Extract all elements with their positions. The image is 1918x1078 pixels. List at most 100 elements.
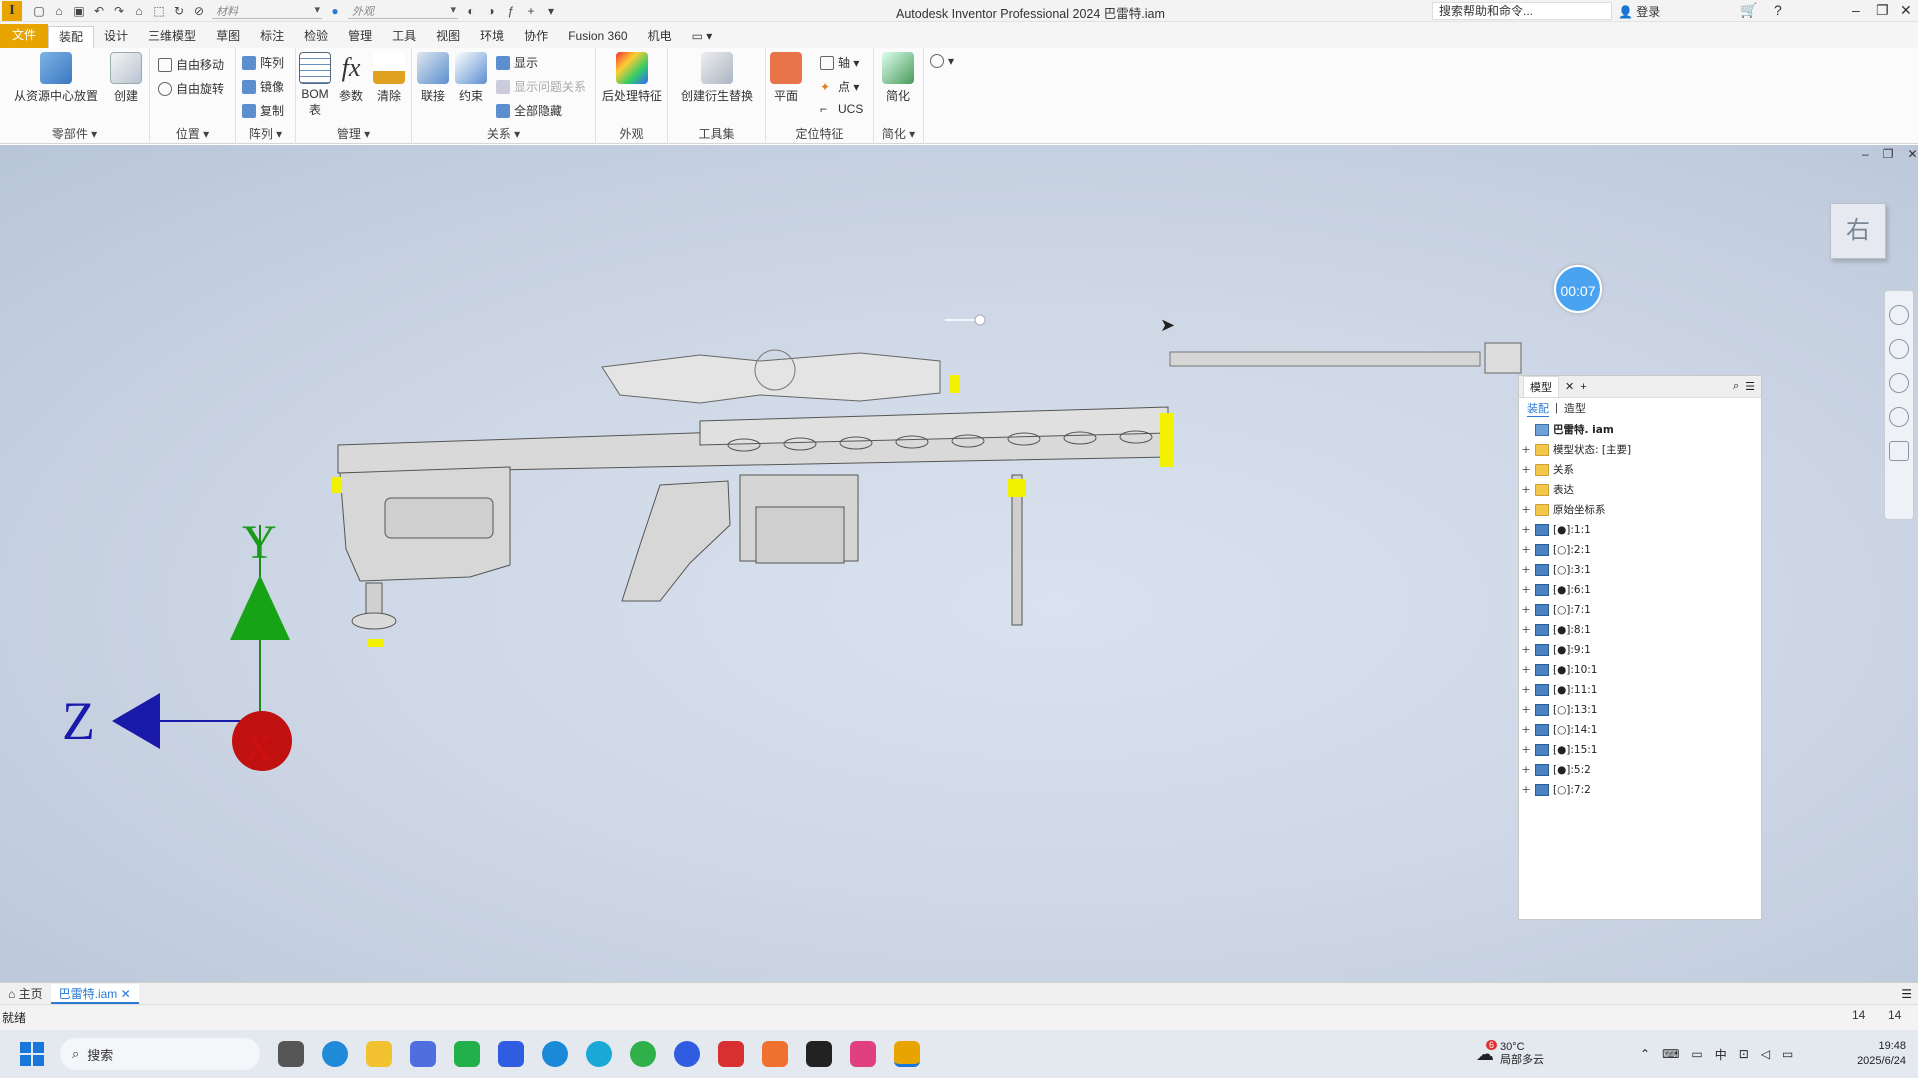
more-tools-button[interactable]: ▾ xyxy=(930,54,954,68)
pan-hand-icon[interactable] xyxy=(1889,339,1909,359)
post-process-button[interactable]: 后处理特征 xyxy=(600,52,664,104)
tabs-menu-icon[interactable]: ☰ xyxy=(1901,987,1912,1001)
expand-icon[interactable]: + xyxy=(1521,540,1531,560)
windows-start-icon[interactable] xyxy=(20,1042,44,1066)
tab-view[interactable]: 视图 xyxy=(426,26,470,48)
expand-icon[interactable]: + xyxy=(1521,560,1531,580)
wechat-icon[interactable] xyxy=(630,1041,656,1067)
copy-button[interactable]: 复制 xyxy=(242,102,284,119)
subtab-modeling[interactable]: 造型 xyxy=(1564,400,1586,416)
place-from-content-center-button[interactable]: 从资源中心放置 xyxy=(10,52,102,104)
tray-overflow-icon[interactable]: ⌃ xyxy=(1640,1047,1650,1061)
steering-wheel-icon[interactable] xyxy=(1889,305,1909,325)
help-search-input[interactable]: 搜索帮助和命令... xyxy=(1432,2,1612,20)
zoom-icon[interactable] xyxy=(1889,373,1909,393)
tree-item[interactable]: + [●]:15:1 xyxy=(1521,740,1761,760)
browser-search-icon[interactable]: ⌕ xyxy=(1733,380,1739,393)
browser-menu-icon[interactable]: ☰ xyxy=(1745,380,1755,393)
tree-item[interactable]: + 原始坐标系 xyxy=(1521,500,1761,520)
expand-icon[interactable]: + xyxy=(1521,700,1531,720)
bom-button[interactable]: BOM 表 xyxy=(298,52,332,118)
ucs-button[interactable]: ⌐ UCS xyxy=(820,102,863,116)
panel-title-relationships[interactable]: 关系 ▾ xyxy=(412,125,595,142)
expand-icon[interactable]: + xyxy=(1521,760,1531,780)
select-icon[interactable]: ⬚ xyxy=(152,4,166,18)
expand-icon[interactable]: + xyxy=(1521,660,1531,680)
browser-app-icon[interactable] xyxy=(586,1041,612,1067)
point-button[interactable]: ✦ 点 ▾ xyxy=(820,78,859,95)
subtab-assembly[interactable]: 装配 xyxy=(1527,400,1549,417)
show-button[interactable]: 显示 xyxy=(496,54,538,71)
home-tab[interactable]: ⌂ 主页 xyxy=(0,985,51,1002)
close-icon[interactable]: ✕ xyxy=(1900,2,1912,19)
viewport-close-icon[interactable]: ✕ xyxy=(1907,147,1917,161)
simplify-button[interactable]: 简化 xyxy=(880,52,916,104)
create-component-button[interactable]: 创建 xyxy=(108,52,144,104)
tab-electromechanical[interactable]: 机电 xyxy=(638,26,682,48)
network-icon[interactable]: ⊡ xyxy=(1739,1047,1749,1061)
redo-icon[interactable]: ↷ xyxy=(112,4,126,18)
recording-timer[interactable]: 00:07 xyxy=(1554,265,1602,313)
battery-icon[interactable]: ▭ xyxy=(1782,1047,1793,1061)
undo-icon[interactable]: ↶ xyxy=(92,4,106,18)
inventor-taskbar-icon[interactable] xyxy=(894,1041,920,1067)
weather-widget[interactable]: ☁ 6 30°C 局部多云 xyxy=(1476,1030,1544,1078)
pattern-button[interactable]: 阵列 xyxy=(242,54,284,71)
qq-icon[interactable] xyxy=(806,1041,832,1067)
panel-title-pattern[interactable]: 阵列 ▾ xyxy=(236,125,295,142)
save-icon[interactable]: ▣ xyxy=(72,4,86,18)
expand-icon[interactable]: + xyxy=(1521,640,1531,660)
browser-tab-model[interactable]: 模型 xyxy=(1523,376,1559,397)
panel-title-simplify[interactable]: 简化 ▾ xyxy=(874,125,923,142)
display-icon[interactable]: ▭ xyxy=(1691,1047,1702,1061)
tree-item[interactable]: + [●]:10:1 xyxy=(1521,660,1761,680)
add-icon[interactable]: + xyxy=(524,4,538,18)
expand-icon[interactable]: + xyxy=(1521,580,1531,600)
tab-inspect[interactable]: 检验 xyxy=(294,26,338,48)
tab-3d-model[interactable]: 三维模型 xyxy=(138,26,206,48)
panel-title-component[interactable]: 零部件 ▾ xyxy=(0,125,149,142)
viewport-restore-icon[interactable]: ❐ xyxy=(1883,147,1894,161)
free-move-button[interactable]: 自由移动 xyxy=(158,56,224,73)
expand-icon[interactable]: + xyxy=(1521,780,1531,800)
tab-fusion360[interactable]: Fusion 360 xyxy=(558,26,637,48)
viewcube[interactable]: 右 xyxy=(1830,203,1886,259)
tree-item[interactable]: + [●]:9:1 xyxy=(1521,640,1761,660)
tree-item[interactable]: + [●]:11:1 xyxy=(1521,680,1761,700)
tree-item[interactable]: + 模型状态: [主要] xyxy=(1521,440,1761,460)
document-tab-close-icon[interactable]: ✕ xyxy=(121,987,131,1001)
viewport-minimize-icon[interactable]: – xyxy=(1862,147,1869,161)
volume-icon[interactable]: ◁ xyxy=(1761,1047,1770,1061)
tree-item[interactable]: 巴雷特. iam xyxy=(1521,420,1761,440)
expand-icon[interactable]: + xyxy=(1521,720,1531,740)
pink-app-icon[interactable] xyxy=(850,1041,876,1067)
expand-icon[interactable]: + xyxy=(1521,680,1531,700)
expand-icon[interactable]: + xyxy=(1521,740,1531,760)
tab-file[interactable]: 文件 xyxy=(0,24,49,48)
measure-icon[interactable]: ⊘ xyxy=(192,4,206,18)
edge-browser-icon[interactable] xyxy=(322,1041,348,1067)
panel-title-manage[interactable]: 管理 ▾ xyxy=(296,125,411,142)
tree-item[interactable]: + [○]:14:1 xyxy=(1521,720,1761,740)
browser-add-tab-icon[interactable]: + xyxy=(1580,381,1586,393)
purge-button[interactable]: 清除 xyxy=(372,52,406,104)
adjust-appearance-icon[interactable]: ◑ xyxy=(484,4,498,18)
appearance-select[interactable]: 外观 xyxy=(348,3,458,19)
vpn-app-icon[interactable] xyxy=(498,1041,524,1067)
tree-item[interactable]: + [○]:7:2 xyxy=(1521,780,1761,800)
constrain-button[interactable]: 约束 xyxy=(454,52,488,104)
restore-icon[interactable]: ❐ xyxy=(1876,2,1889,19)
cart-icon[interactable]: 🛒 xyxy=(1740,2,1757,19)
inventor-logo-icon[interactable]: I xyxy=(2,0,22,21)
expand-icon[interactable]: + xyxy=(1521,500,1531,520)
tab-environments[interactable]: 环境 xyxy=(470,26,514,48)
material-select[interactable]: 材料 xyxy=(212,3,322,19)
taskbar-search[interactable]: ⌕ 搜索 xyxy=(60,1038,260,1070)
document-tab[interactable]: 巴雷特.iam ✕ xyxy=(50,983,139,1004)
tab-collaborate[interactable]: 协作 xyxy=(514,26,558,48)
tab-manage[interactable]: 管理 xyxy=(338,26,382,48)
hide-all-button[interactable]: 全部隐藏 xyxy=(496,102,562,119)
store-icon[interactable] xyxy=(410,1041,436,1067)
tab-extra-dropdown[interactable]: ▭ ▾ xyxy=(682,26,723,48)
file-explorer-icon[interactable] xyxy=(366,1041,392,1067)
